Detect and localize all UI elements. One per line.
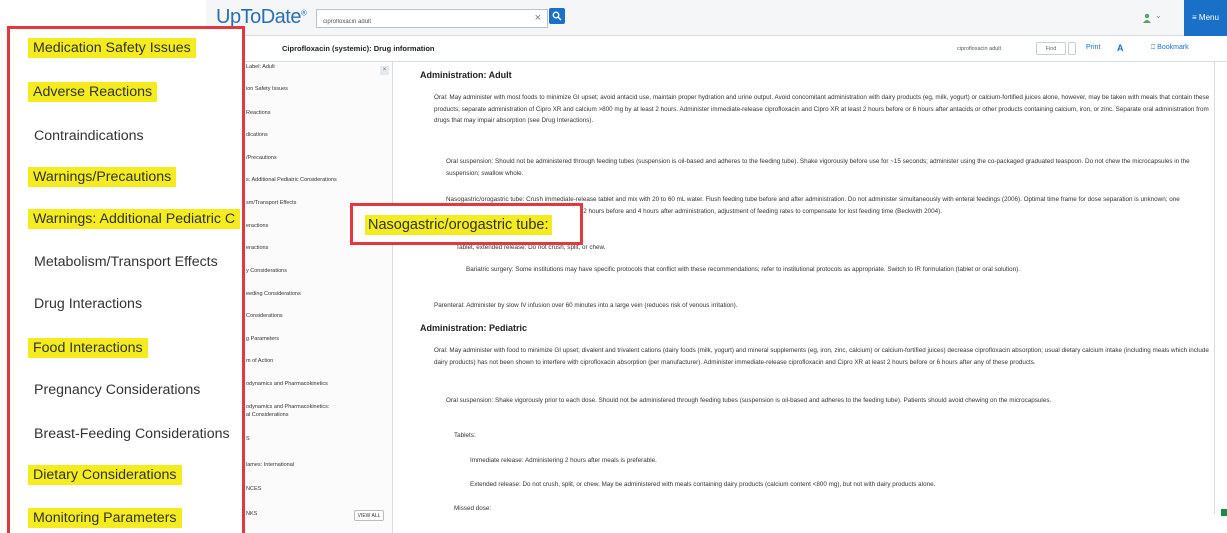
menu-item-warnings-pediatric[interactable]: Warnings: Additional Pediatric C bbox=[28, 209, 241, 229]
menu-item-dietary[interactable]: Dietary Considerations bbox=[28, 465, 182, 485]
callout-label: Nasogastric/orogastric tube: bbox=[365, 215, 552, 235]
menu-item-contraindications[interactable]: Contraindications bbox=[28, 126, 149, 146]
toc-item[interactable]: g Parameters bbox=[246, 336, 279, 343]
menu-button[interactable]: ≡ Menu bbox=[1184, 0, 1227, 36]
menu-item-metabolism[interactable]: Metabolism/Transport Effects bbox=[28, 252, 223, 272]
toc-item[interactable]: NCES bbox=[246, 486, 261, 493]
toc-label: Label: Adult bbox=[246, 64, 275, 70]
find-options-button[interactable] bbox=[1068, 42, 1076, 55]
toc-item[interactable]: sm/Transport Effects bbox=[246, 200, 296, 207]
toc-item[interactable]: eractions bbox=[246, 223, 268, 230]
toc-item[interactable]: Considerations bbox=[246, 313, 283, 320]
toc-item[interactable]: /Precautions bbox=[246, 155, 277, 162]
view-all-button[interactable]: VIEW ALL bbox=[354, 510, 384, 521]
toc-item[interactable]: odynamics and Pharmacokinetics: bbox=[246, 404, 329, 411]
paragraph: Extended release: Do not crush, split, o… bbox=[470, 481, 936, 488]
paragraph: Bariatric surgery: Some institutions may… bbox=[466, 266, 1021, 273]
find-button[interactable]: Find bbox=[1036, 42, 1066, 55]
toc-item[interactable]: ion Safety Issues bbox=[246, 86, 288, 93]
toc-item[interactable]: dications bbox=[246, 132, 268, 139]
clear-search-icon[interactable]: × bbox=[535, 12, 541, 24]
print-link[interactable]: Print bbox=[1086, 44, 1100, 51]
logo-text: UpToDate bbox=[216, 6, 301, 28]
menu-item-warnings-precautions[interactable]: Warnings/Precautions bbox=[28, 167, 177, 187]
section-heading: Administration: Pediatric bbox=[420, 323, 528, 333]
menu-item-monitoring[interactable]: Monitoring Parameters bbox=[28, 508, 182, 528]
toc-item[interactable]: S bbox=[246, 436, 250, 443]
chevron-down-icon[interactable]: ⌄ bbox=[1155, 11, 1162, 20]
close-icon[interactable]: × bbox=[380, 66, 389, 75]
document-title-bar: Ciprofloxacin (systemic): Drug informati… bbox=[206, 36, 1227, 62]
menu-label: Menu bbox=[1198, 13, 1219, 22]
toc-item[interactable]: odynamics and Pharmacokinetics bbox=[246, 381, 328, 388]
page-title: Ciprofloxacin (systemic): Drug informati… bbox=[282, 44, 435, 53]
divider bbox=[1214, 62, 1215, 514]
drug-monograph-content: Administration: Adult Oral: May administ… bbox=[408, 62, 1220, 533]
user-icon[interactable] bbox=[1142, 13, 1152, 23]
paragraph: Parenteral: Administer by slow IV infusi… bbox=[434, 302, 738, 309]
toc-item[interactable]: y Considerations bbox=[246, 268, 287, 275]
menu-item-adverse-reactions[interactable]: Adverse Reactions bbox=[28, 82, 158, 102]
find-in-page-input[interactable]: ciprofloxacin adult bbox=[954, 43, 1016, 55]
bookmark-label: Bookmark bbox=[1157, 44, 1189, 51]
zoomed-section-menu: Medication Safety Issues Adverse Reactio… bbox=[7, 26, 245, 533]
bookmark-link[interactable]: ⎕ Bookmark bbox=[1151, 44, 1189, 52]
toc-item[interactable]: lames: International bbox=[246, 462, 294, 469]
top-bar: UpToDate® × ⌄ ≡ Menu bbox=[206, 0, 1227, 36]
toc-item[interactable]: m of Action bbox=[246, 358, 273, 365]
zoomed-callout: Nasogastric/orogastric tube: bbox=[350, 203, 583, 245]
font-size-icon[interactable]: A bbox=[1117, 43, 1124, 53]
menu-item-drug-interactions[interactable]: Drug Interactions bbox=[28, 294, 147, 314]
menu-item-medication-safety[interactable]: Medication Safety Issues bbox=[28, 38, 196, 58]
search-button[interactable] bbox=[549, 8, 565, 24]
menu-item-pregnancy[interactable]: Pregnancy Considerations bbox=[28, 380, 205, 400]
paragraph: Oral suspension: Should not be administe… bbox=[446, 158, 1190, 177]
toc-item[interactable]: eractions bbox=[246, 245, 268, 252]
paragraph: Oral: May administer with most foods to … bbox=[434, 94, 1210, 125]
paragraph: Missed dose: bbox=[454, 505, 492, 512]
menu-item-breast-feeding[interactable]: Breast-Feeding Considerations bbox=[28, 424, 235, 444]
search-input[interactable] bbox=[317, 13, 517, 31]
logo-mark: ® bbox=[300, 8, 307, 18]
paragraph: Oral suspension: Shake vigorously prior … bbox=[446, 397, 1052, 404]
menu-item-food-interactions[interactable]: Food Interactions bbox=[28, 338, 148, 358]
paragraph: Immediate release: Administering 2 hours… bbox=[470, 457, 657, 464]
toc-item[interactable]: s: Additional Pediatric Considerations bbox=[246, 177, 337, 184]
status-indicator bbox=[1221, 509, 1227, 516]
paragraph: Tablets: bbox=[454, 432, 476, 439]
toc-item[interactable]: Reactions bbox=[246, 110, 270, 117]
toc-item[interactable]: eeding Considerations bbox=[246, 291, 301, 298]
hamburger-icon: ≡ bbox=[1192, 13, 1197, 22]
toc-item[interactable]: al Considerations bbox=[246, 412, 289, 419]
search-box: × bbox=[316, 9, 548, 31]
search-icon bbox=[552, 11, 562, 21]
paragraph: Oral: May administer with food to minimi… bbox=[434, 347, 1209, 366]
section-heading: Administration: Adult bbox=[420, 70, 512, 80]
toc-item[interactable]: NKS bbox=[246, 511, 257, 518]
